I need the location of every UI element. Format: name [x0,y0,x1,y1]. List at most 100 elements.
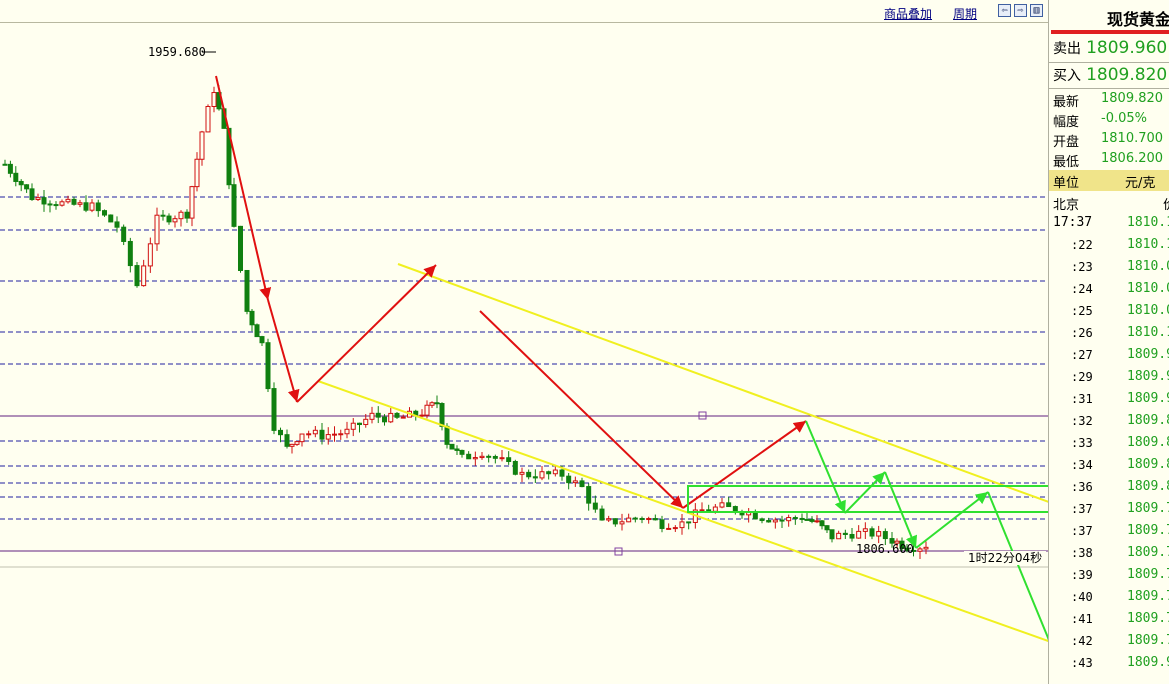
candle-body [419,414,425,417]
red-trend-arrow [682,420,807,509]
candle-body [632,517,638,520]
candle-body [41,197,47,205]
tick-row: :37 1809.7 [1049,520,1169,542]
candle-body [686,521,692,524]
candle-body [572,480,578,484]
candle-body [134,265,140,287]
candle-body [172,218,178,223]
tick-row: :38 1809.7 [1049,542,1169,564]
divider [1049,62,1169,63]
tick-row: 17:37 1810.1 [1049,212,1169,234]
quote-panel: 现货黄金 卖出 1809.960 买入 1809.820 最新 1809.820… [1048,0,1169,684]
tick-row: :40 1809.7 [1049,586,1169,608]
overlay-button[interactable]: 商品叠加 [884,5,932,22]
kline-svg: 1959.680 1806.600 1时22分04秒 [0,45,1048,662]
candle-body [83,202,89,211]
candle-body [699,509,705,512]
tick-row: :31 1809.9 [1049,388,1169,410]
red-trend-arrow [267,299,300,403]
buy-row: 买入 1809.820 [1053,65,1167,85]
tick-time: :34 [1071,458,1093,472]
layout-icon[interactable]: ▥ [1030,4,1043,17]
candle-body [7,163,13,174]
candle-body [726,502,732,508]
tick-price: 1809.7 [1127,545,1169,560]
candle-body [121,226,127,242]
candle-body [259,336,265,344]
candle-body [466,453,472,460]
tick-price: 1809.9 [1127,369,1169,384]
tick-time: :39 [1071,568,1093,582]
tick-time: :31 [1071,392,1093,406]
candle-body [472,457,478,460]
candle-body [454,448,460,451]
candle-body [424,404,430,416]
candle-body [552,469,558,475]
unit-label: 单位 [1053,176,1080,191]
tick-row: :32 1809.8 [1049,410,1169,432]
candle-body [344,428,350,435]
candle-body [166,215,172,223]
candle-body [77,202,83,205]
candle-body [869,528,875,537]
candle-body [792,517,798,520]
candle-body [271,388,277,431]
scroll-right-icon[interactable]: ⇨ [1014,4,1027,17]
kline-chart[interactable]: 1959.680 1806.600 1时22分04秒 商品叠加 周期 ⇦ ⇨ ▥ [0,0,1048,684]
candle-body [114,221,120,228]
stat-value: 1806.200 [1101,151,1164,166]
tick-price: 1809.9 [1127,391,1169,406]
tick-time: :23 [1071,260,1093,274]
period-button[interactable]: 周期 [953,5,977,22]
candle-body [319,429,325,440]
tick-price: 1810.1 [1127,325,1169,340]
stat-label: 最新 [1053,95,1080,110]
stat-value: 1809.820 [1101,91,1164,106]
chart-toolbar: 商品叠加 周期 ⇦ ⇨ ▥ [0,0,1048,23]
tick-price: 1810.0 [1127,303,1169,318]
candle-body [809,519,815,522]
instrument-title: 现货黄金 [1107,10,1169,29]
candle-body [679,521,685,529]
tick-time: :40 [1071,590,1093,604]
candle-body [357,422,362,426]
candle-body [659,519,665,529]
candle-body [862,528,868,532]
candle-body [539,471,545,479]
tick-price: 1809.7 [1127,567,1169,582]
tick-row: :27 1809.9 [1049,344,1169,366]
candle-body [786,517,792,522]
candle-body [394,412,400,418]
tick-row: :26 1810.1 [1049,322,1169,344]
candle-body [606,518,612,521]
scroll-left-icon[interactable]: ⇦ [998,4,1011,17]
candle-body [154,214,160,245]
candle-body [672,527,678,530]
candle-body [824,525,830,531]
candle-body [856,530,862,539]
tick-time: :26 [1071,326,1093,340]
candle-body [429,402,435,406]
candle-body [102,210,107,216]
candle-body [882,531,888,540]
candle-body [244,269,250,312]
candle-body [666,527,672,530]
candle-body [89,202,95,211]
tick-time: :29 [1071,370,1093,384]
stat-change: 幅度 -0.05% [1053,111,1169,130]
candle-body [459,449,465,455]
candle-body [479,455,485,459]
tick-time: :37 [1071,502,1093,516]
candle-body [265,342,271,390]
tick-row: :22 1810.1 [1049,234,1169,256]
city-price-header: 价 [1163,194,1169,213]
candle-body [586,486,592,504]
candle-body [284,434,290,447]
tick-row: :34 1809.8 [1049,454,1169,476]
unit-value: 元/克 [1125,176,1156,191]
candle-body [444,425,450,445]
buy-value: 1809.820 [1086,65,1168,85]
candle-body [294,441,300,445]
stat-value: -0.05% [1101,111,1147,126]
candle-body [363,418,369,426]
